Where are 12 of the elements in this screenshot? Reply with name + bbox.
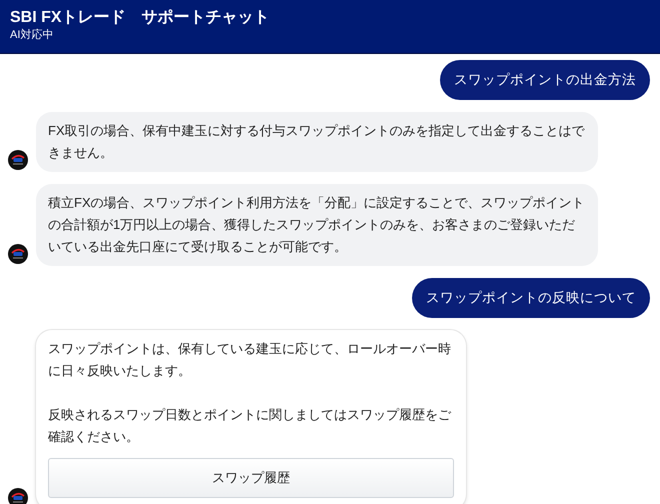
- avatar-icon: [8, 488, 28, 504]
- message-text: 積立FXの場合、スワップポイント利用方法を「分配」に設定することで、スワップポイントの合計額が1万円以上の場合、獲得したスワップポイントのみを、お客さまのご登録いただいている出金先口座にて受け取ることが可能です。: [48, 194, 586, 256]
- message-text: FX取引の場合、保有中建玉に対する付与スワップポイントのみを指定して出金することはできません。: [48, 122, 586, 162]
- message-text: スワップポイントは、保有している建玉に応じて、ロールオーバー時に日々反映いたします。: [48, 340, 452, 380]
- avatar-icon: [8, 244, 28, 264]
- status-label: AI対応中: [10, 28, 54, 42]
- avatar-icon: [8, 150, 28, 170]
- user-message: スワップポイントの出金方法: [440, 60, 650, 100]
- message-text: 反映されるスワップ日数とポイントに関しましてはスワップ履歴をご確認ください。: [48, 406, 452, 446]
- chat-title: SBI FXトレード サポートチャット: [10, 8, 270, 28]
- history-button[interactable]: スワップ履歴: [48, 458, 454, 498]
- user-message: スワップポイントの反映について: [412, 278, 650, 318]
